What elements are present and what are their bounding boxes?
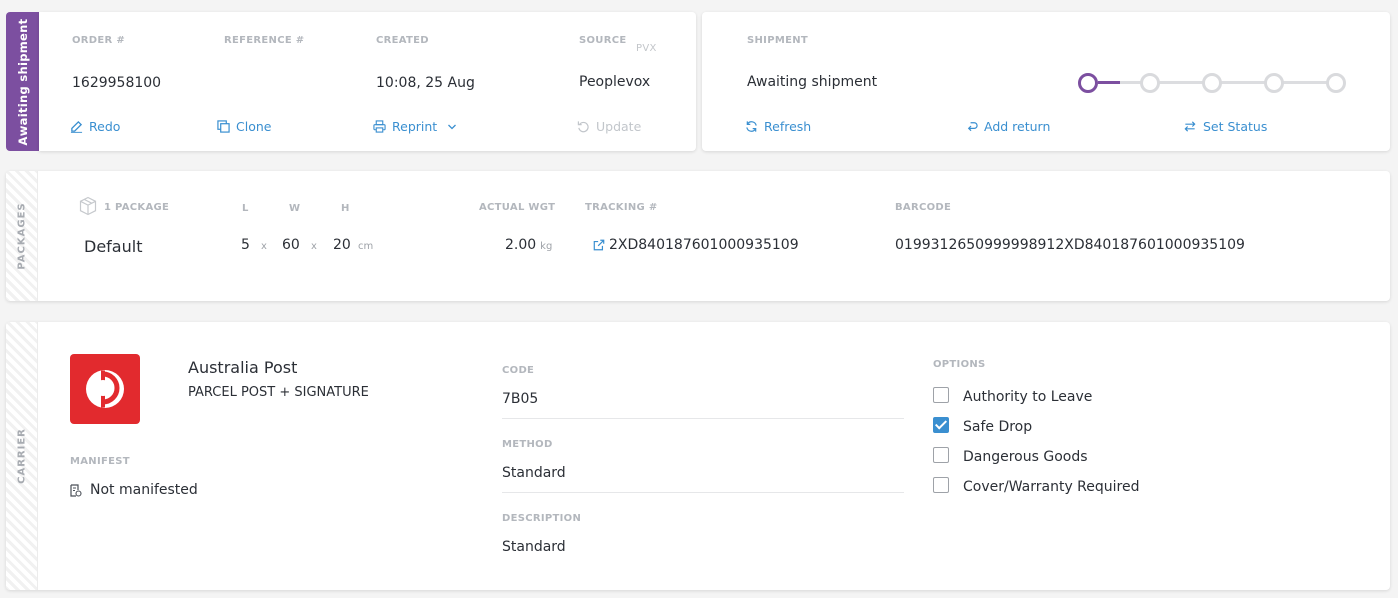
add-return-label: Add return bbox=[984, 119, 1051, 134]
field-divider bbox=[502, 418, 904, 419]
status-tab: Awaiting shipment bbox=[6, 12, 39, 151]
progress-step bbox=[1264, 73, 1284, 93]
package-box-icon bbox=[79, 196, 97, 216]
reprint-button[interactable]: Reprint bbox=[373, 119, 457, 134]
tracking-link[interactable]: 2XD840187601000935109 bbox=[593, 237, 799, 253]
swap-icon bbox=[1184, 121, 1196, 132]
description-value: Standard bbox=[502, 539, 566, 555]
package-length: 5 bbox=[241, 237, 250, 253]
packages-side-tab: PACKAGES bbox=[6, 171, 38, 301]
package-count-label: 1 PACKAGE bbox=[104, 202, 170, 213]
progress-step bbox=[1140, 73, 1160, 93]
packages-side-label: PACKAGES bbox=[16, 202, 27, 270]
source-value: Peoplevox bbox=[579, 74, 651, 90]
progress-step bbox=[1202, 73, 1222, 93]
dangerous-goods-checkbox[interactable] bbox=[933, 447, 949, 463]
weight-unit: kg bbox=[540, 241, 553, 252]
clone-label: Clone bbox=[236, 119, 272, 134]
field-divider bbox=[502, 492, 904, 493]
method-label: METHOD bbox=[502, 439, 553, 450]
created-value: 10:08, 25 Aug bbox=[376, 75, 475, 91]
packages-card: PACKAGES 1 PACKAGE L W H ACTUAL WGT TRAC… bbox=[6, 171, 1390, 301]
options-label: OPTIONS bbox=[933, 359, 986, 370]
shipment-status-value: Awaiting shipment bbox=[747, 74, 878, 90]
external-link-icon bbox=[593, 239, 605, 251]
manifest-status: Not manifested bbox=[70, 482, 198, 498]
weight-label: ACTUAL WGT bbox=[479, 202, 556, 213]
tracking-number: 2XD840187601000935109 bbox=[609, 237, 799, 253]
weight-value: 2.00 bbox=[505, 237, 537, 253]
tracking-label: TRACKING # bbox=[585, 202, 658, 213]
refresh-button[interactable]: Refresh bbox=[745, 119, 811, 134]
code-value: 7B05 bbox=[502, 391, 539, 407]
description-label: DESCRIPTION bbox=[502, 513, 582, 524]
set-status-label: Set Status bbox=[1203, 119, 1268, 134]
authority-to-leave-checkbox[interactable] bbox=[933, 387, 949, 403]
package-name: Default bbox=[84, 237, 143, 256]
carrier-logo bbox=[70, 354, 140, 424]
dim-separator: x bbox=[311, 241, 317, 252]
set-status-button[interactable]: Set Status bbox=[1183, 119, 1267, 134]
option-label: Cover/Warranty Required bbox=[963, 479, 1140, 495]
cover-warranty-checkbox[interactable] bbox=[933, 477, 949, 493]
order-card: ORDER # 1629958100 Redo REFERENCE # Clon… bbox=[39, 12, 696, 151]
copy-icon bbox=[217, 120, 230, 133]
package-width: 60 bbox=[282, 237, 300, 253]
order-number-value: 1629958100 bbox=[72, 75, 162, 91]
manifest-document-icon bbox=[70, 483, 82, 497]
package-weight: 2.00 kg bbox=[505, 237, 552, 253]
update-button[interactable]: Update bbox=[577, 119, 641, 134]
chevron-down-icon bbox=[448, 124, 457, 129]
shipment-progress bbox=[1078, 71, 1348, 95]
status-label: Awaiting shipment bbox=[15, 18, 30, 145]
progress-line-done bbox=[1098, 81, 1120, 84]
carrier-side-tab: CARRIER bbox=[6, 322, 38, 590]
carrier-side-label: CARRIER bbox=[16, 428, 27, 484]
reference-label: REFERENCE # bbox=[224, 35, 305, 46]
undo-icon bbox=[577, 121, 589, 133]
barcode-label: BARCODE bbox=[895, 202, 952, 213]
redo-button[interactable]: Redo bbox=[70, 119, 120, 134]
order-number-label: ORDER # bbox=[72, 35, 125, 46]
height-label: H bbox=[341, 203, 350, 214]
refresh-label: Refresh bbox=[764, 119, 812, 134]
width-label: W bbox=[289, 203, 301, 214]
progress-step bbox=[1326, 73, 1346, 93]
length-label: L bbox=[242, 203, 249, 214]
australia-post-logo-icon bbox=[86, 370, 124, 408]
option-label: Dangerous Goods bbox=[963, 449, 1088, 465]
shipment-label: SHIPMENT bbox=[747, 35, 808, 46]
update-label: Update bbox=[596, 119, 642, 134]
manifest-label: MANIFEST bbox=[70, 456, 130, 467]
method-value: Standard bbox=[502, 465, 566, 481]
add-return-button[interactable]: Add return bbox=[965, 119, 1050, 134]
option-label: Authority to Leave bbox=[963, 389, 1093, 405]
carrier-service: PARCEL POST + SIGNATURE bbox=[188, 385, 369, 400]
safe-drop-checkbox[interactable] bbox=[933, 417, 949, 433]
source-label: SOURCE bbox=[579, 35, 627, 46]
barcode-value: 0199312650999998912XD840187601000935109 bbox=[895, 237, 1245, 253]
redo-label: Redo bbox=[89, 119, 121, 134]
return-icon bbox=[967, 122, 978, 132]
carrier-name: Australia Post bbox=[188, 358, 298, 377]
progress-step bbox=[1078, 73, 1098, 93]
code-label: CODE bbox=[502, 365, 535, 376]
package-height: 20 bbox=[333, 237, 351, 253]
source-tag: PVX bbox=[636, 43, 657, 54]
dim-separator: x bbox=[261, 241, 267, 252]
printer-icon bbox=[373, 120, 386, 133]
reprint-label: Reprint bbox=[392, 119, 438, 134]
option-label: Safe Drop bbox=[963, 419, 1033, 435]
dim-unit: cm bbox=[358, 241, 374, 252]
manifest-value: Not manifested bbox=[90, 482, 198, 498]
carrier-card: CARRIER Australia Post PARCEL POST + SIG… bbox=[6, 322, 1390, 590]
shipment-card: SHIPMENT Awaiting shipment Refresh Add r… bbox=[702, 12, 1390, 151]
refresh-icon bbox=[746, 121, 757, 132]
edit-icon bbox=[70, 120, 83, 133]
created-label: CREATED bbox=[376, 35, 429, 46]
clone-button[interactable]: Clone bbox=[217, 119, 271, 134]
